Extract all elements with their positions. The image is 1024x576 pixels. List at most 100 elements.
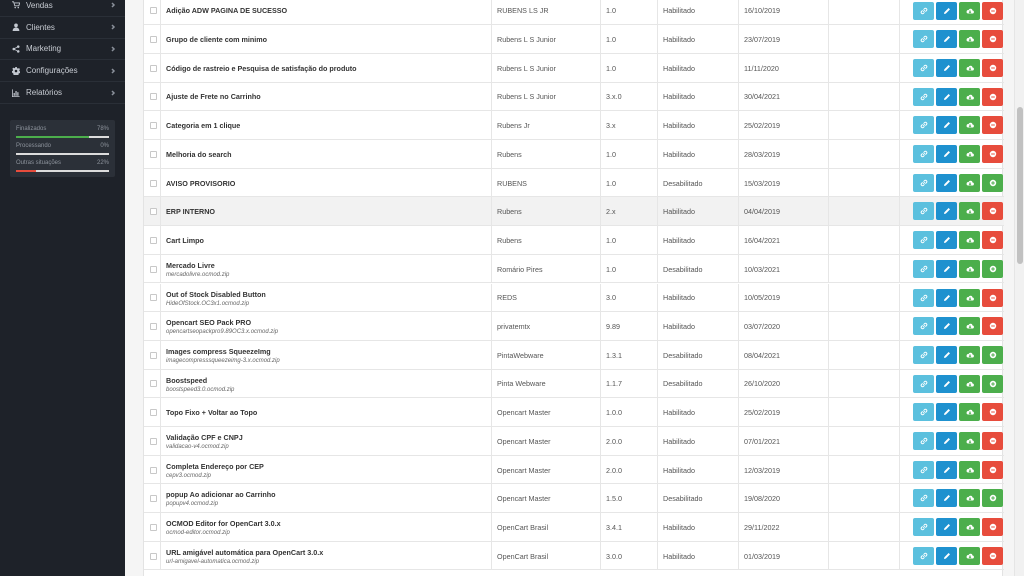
row-checkbox[interactable] (150, 294, 157, 302)
link-button[interactable] (913, 145, 934, 163)
row-checkbox[interactable] (150, 495, 157, 503)
row-checkbox[interactable] (150, 122, 157, 130)
link-button[interactable] (913, 173, 934, 192)
link-button[interactable] (913, 345, 934, 364)
edit-button[interactable] (936, 145, 957, 163)
edit-button[interactable] (936, 87, 957, 106)
download-button[interactable] (959, 317, 980, 336)
edit-button[interactable] (936, 403, 957, 422)
link-button[interactable] (913, 231, 934, 250)
disable-button[interactable] (982, 202, 1003, 221)
disable-button[interactable] (982, 87, 1003, 106)
edit-button[interactable] (936, 116, 957, 135)
row-checkbox[interactable] (150, 437, 157, 445)
edit-button[interactable] (936, 345, 957, 364)
row-checkbox[interactable] (150, 7, 157, 15)
row-checkbox[interactable] (150, 236, 157, 244)
edit-button[interactable] (936, 432, 957, 450)
edit-button[interactable] (936, 58, 957, 77)
link-button[interactable] (913, 460, 934, 479)
link-button[interactable] (913, 116, 934, 135)
download-button[interactable] (959, 432, 980, 450)
row-checkbox[interactable] (150, 552, 157, 560)
download-button[interactable] (959, 288, 980, 307)
disable-button[interactable] (982, 231, 1003, 250)
download-button[interactable] (959, 546, 980, 565)
download-button[interactable] (959, 87, 980, 106)
row-checkbox[interactable] (150, 466, 157, 474)
row-checkbox[interactable] (150, 265, 157, 273)
scrollbar-thumb[interactable] (1017, 107, 1023, 264)
disable-button[interactable] (982, 403, 1003, 422)
link-button[interactable] (913, 87, 934, 106)
row-checkbox[interactable] (150, 179, 157, 187)
download-button[interactable] (959, 116, 980, 135)
edit-button[interactable] (936, 374, 957, 393)
edit-button[interactable] (936, 288, 957, 307)
enable-button[interactable] (982, 489, 1003, 508)
enable-button[interactable] (982, 345, 1003, 364)
row-checkbox[interactable] (150, 208, 157, 216)
download-button[interactable] (959, 145, 980, 163)
edit-button[interactable] (936, 259, 957, 278)
disable-button[interactable] (982, 317, 1003, 336)
disable-button[interactable] (982, 546, 1003, 565)
link-button[interactable] (913, 489, 934, 508)
disable-button[interactable] (982, 432, 1003, 450)
link-button[interactable] (913, 432, 934, 450)
disable-button[interactable] (982, 1, 1003, 20)
disable-button[interactable] (982, 116, 1003, 135)
download-button[interactable] (959, 489, 980, 508)
edit-button[interactable] (936, 1, 957, 20)
link-button[interactable] (913, 58, 934, 77)
sidebar-item-marketing[interactable]: Marketing (0, 39, 125, 61)
row-checkbox[interactable] (150, 36, 157, 44)
row-checkbox[interactable] (150, 64, 157, 72)
edit-button[interactable] (936, 546, 957, 565)
download-button[interactable] (959, 345, 980, 364)
link-button[interactable] (913, 518, 934, 537)
enable-button[interactable] (982, 374, 1003, 393)
row-checkbox[interactable] (150, 323, 157, 331)
link-button[interactable] (913, 403, 934, 422)
download-button[interactable] (959, 30, 980, 49)
link-button[interactable] (913, 202, 934, 221)
sidebar-item-clientes[interactable]: Clientes (0, 17, 125, 39)
link-button[interactable] (913, 374, 934, 393)
disable-button[interactable] (982, 58, 1003, 77)
edit-button[interactable] (936, 202, 957, 221)
download-button[interactable] (959, 173, 980, 192)
edit-button[interactable] (936, 489, 957, 508)
download-button[interactable] (959, 259, 980, 278)
disable-button[interactable] (982, 30, 1003, 49)
enable-button[interactable] (982, 259, 1003, 278)
link-button[interactable] (913, 1, 934, 20)
edit-button[interactable] (936, 30, 957, 49)
edit-button[interactable] (936, 317, 957, 336)
row-checkbox[interactable] (150, 409, 157, 417)
disable-button[interactable] (982, 145, 1003, 163)
download-button[interactable] (959, 518, 980, 537)
disable-button[interactable] (982, 518, 1003, 537)
download-button[interactable] (959, 58, 980, 77)
row-checkbox[interactable] (150, 351, 157, 359)
sidebar-item-vendas[interactable]: Vendas (0, 0, 125, 17)
download-button[interactable] (959, 403, 980, 422)
sidebar-item-configura-es[interactable]: Configurações (0, 60, 125, 83)
row-checkbox[interactable] (150, 380, 157, 388)
download-button[interactable] (959, 374, 980, 393)
disable-button[interactable] (982, 460, 1003, 479)
link-button[interactable] (913, 30, 934, 49)
download-button[interactable] (959, 1, 980, 20)
link-button[interactable] (913, 259, 934, 278)
edit-button[interactable] (936, 231, 957, 250)
link-button[interactable] (913, 546, 934, 565)
row-checkbox[interactable] (150, 93, 157, 101)
edit-button[interactable] (936, 518, 957, 537)
link-button[interactable] (913, 317, 934, 336)
link-button[interactable] (913, 288, 934, 307)
sidebar-item-relat-rios[interactable]: Relatórios (0, 82, 125, 104)
download-button[interactable] (959, 460, 980, 479)
page-scrollbar[interactable] (1014, 0, 1024, 576)
download-button[interactable] (959, 231, 980, 250)
